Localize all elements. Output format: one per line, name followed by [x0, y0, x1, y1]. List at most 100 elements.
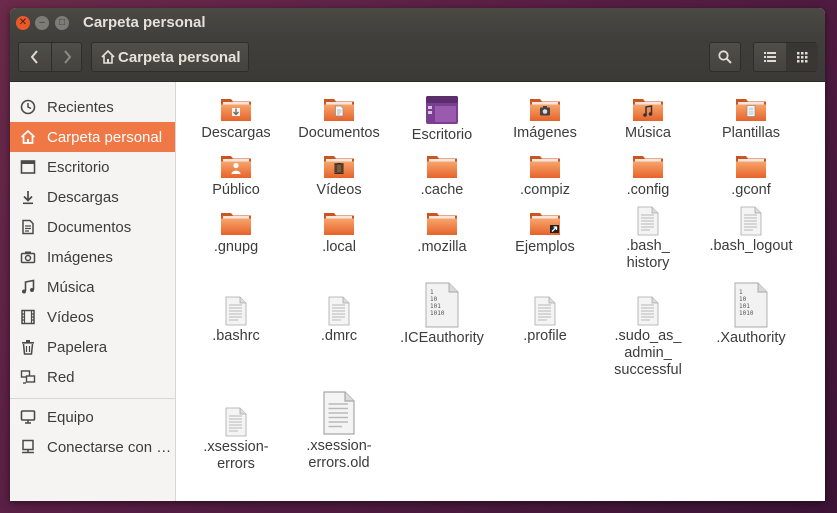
file-item[interactable]: 1 10 101 1010 .ICEauthority — [392, 282, 492, 347]
file-name-label: .gconf — [731, 182, 771, 198]
sidebar-item[interactable]: Descargas — [10, 182, 175, 212]
title-bar: ✕ – □ Carpeta personal — [10, 8, 825, 38]
file-name-label: .xsession- errors.old — [306, 438, 372, 471]
file-item[interactable]: .gnupg — [186, 209, 286, 256]
file-item[interactable]: .bashrc — [186, 296, 286, 345]
sidebar-item[interactable]: Imágenes — [10, 242, 175, 272]
home-icon — [101, 49, 115, 64]
sidebar-item[interactable]: Red — [10, 362, 175, 392]
folder-icon — [186, 95, 286, 123]
file-name-label: Vídeos — [316, 182, 362, 198]
svg-text:1: 1 — [430, 289, 434, 296]
file-item[interactable]: .cache — [392, 152, 492, 199]
chevron-right-icon — [64, 50, 72, 64]
svg-text:101: 101 — [430, 303, 441, 310]
file-item[interactable]: .gconf — [701, 152, 801, 199]
clock-icon — [20, 99, 36, 115]
window-title: Carpeta personal — [83, 14, 206, 31]
folder-icon — [598, 152, 698, 180]
list-view-button[interactable] — [754, 43, 787, 71]
sidebar-item[interactable]: Carpeta personal — [10, 122, 175, 152]
trash-icon — [20, 339, 36, 355]
places-sidebar: Recientes Carpeta personal Escritorio Desca… — [10, 82, 176, 501]
sidebar-item-label: Recientes — [47, 98, 114, 116]
file-item[interactable]: .compiz — [495, 152, 595, 199]
file-item[interactable]: .bash_ history — [598, 206, 698, 272]
file-item[interactable]: Plantillas — [701, 95, 801, 142]
network-icon — [20, 369, 36, 385]
file-item[interactable]: .xsession- errors — [186, 407, 286, 473]
file-item[interactable]: Documentos — [289, 95, 389, 142]
file-item[interactable]: Vídeos — [289, 152, 389, 199]
svg-text:101: 101 — [739, 303, 750, 310]
desktop-folder-icon — [392, 95, 492, 125]
sidebar-item[interactable]: Escritorio — [10, 152, 175, 182]
sidebar-item-label: Escritorio — [47, 158, 110, 176]
file-name-label: .xsession- errors — [203, 439, 269, 472]
search-button[interactable] — [709, 42, 741, 72]
svg-text:1010: 1010 — [430, 310, 445, 317]
file-name-label: .dmrc — [320, 328, 358, 344]
list-view-icon — [764, 52, 776, 62]
path-bar-home-button[interactable]: Carpeta personal — [91, 42, 249, 72]
maximize-window-button[interactable]: □ — [55, 16, 69, 30]
view-buttons — [753, 42, 818, 72]
sidebar-item-label: Papelera — [47, 338, 108, 356]
grid-view-button[interactable] — [786, 43, 818, 71]
file-item[interactable]: Música — [598, 95, 698, 142]
text-file-icon — [289, 390, 389, 436]
film-icon — [20, 309, 36, 325]
file-item[interactable]: Imágenes — [495, 95, 595, 142]
file-item[interactable]: Escritorio — [392, 95, 492, 144]
text-file-icon — [289, 296, 389, 326]
text-file-icon — [701, 206, 801, 236]
minimize-window-button[interactable]: – — [35, 16, 49, 30]
sidebar-item[interactable]: Conectarse con … — [10, 432, 175, 462]
sidebar-item[interactable]: Equipo — [10, 402, 175, 432]
file-name-label: Plantillas — [721, 125, 781, 141]
text-file-icon — [598, 206, 698, 236]
file-item[interactable]: Descargas — [186, 95, 286, 142]
folder-icon — [392, 209, 492, 237]
header-toolbar: Carpeta personal — [10, 38, 825, 82]
back-button[interactable] — [19, 43, 52, 71]
camera-icon — [20, 249, 36, 265]
folder-icon — [186, 209, 286, 237]
file-item[interactable]: .sudo_as_ admin_ successful — [598, 296, 698, 379]
path-bar-label: Carpeta personal — [118, 48, 241, 66]
file-item[interactable]: .dmrc — [289, 296, 389, 345]
sidebar-item[interactable]: Recientes — [10, 92, 175, 122]
music-icon — [20, 279, 36, 295]
file-item[interactable]: .xsession- errors.old — [289, 390, 389, 472]
sidebar-item[interactable]: Vídeos — [10, 302, 175, 332]
server-icon — [20, 439, 36, 455]
sidebar-item[interactable]: Papelera — [10, 332, 175, 362]
file-item[interactable]: .mozilla — [392, 209, 492, 256]
file-name-label: .local — [322, 239, 356, 255]
file-manager-window: ✕ – □ Carpeta personal Carpeta personal — [10, 8, 825, 501]
file-item[interactable]: 1 10 101 1010 .Xauthority — [701, 282, 801, 347]
sidebar-item[interactable]: Documentos — [10, 212, 175, 242]
sidebar-item-label: Conectarse con … — [47, 438, 172, 456]
text-file-icon — [598, 296, 698, 326]
file-item[interactable]: .config — [598, 152, 698, 199]
folder-icon — [289, 95, 389, 123]
folder-icon — [186, 152, 286, 180]
folder-icon — [495, 95, 595, 123]
file-item[interactable]: .profile — [495, 296, 595, 345]
file-item[interactable]: .bash_logout — [701, 206, 801, 255]
file-name-label: .ICEauthority — [400, 330, 484, 346]
home-icon — [20, 129, 36, 145]
file-item[interactable]: .local — [289, 209, 389, 256]
folder-icon — [701, 95, 801, 123]
sidebar-item[interactable]: Música — [10, 272, 175, 302]
svg-text:10: 10 — [739, 296, 747, 303]
forward-button[interactable] — [51, 43, 83, 71]
close-window-button[interactable]: ✕ — [16, 16, 30, 30]
folder-icon — [598, 95, 698, 123]
file-name-label: Imágenes — [513, 125, 577, 141]
file-item[interactable]: Público — [186, 152, 286, 199]
download-icon — [20, 189, 36, 205]
file-item[interactable]: Ejemplos — [495, 209, 595, 256]
sidebar-item-label: Documentos — [47, 218, 132, 236]
